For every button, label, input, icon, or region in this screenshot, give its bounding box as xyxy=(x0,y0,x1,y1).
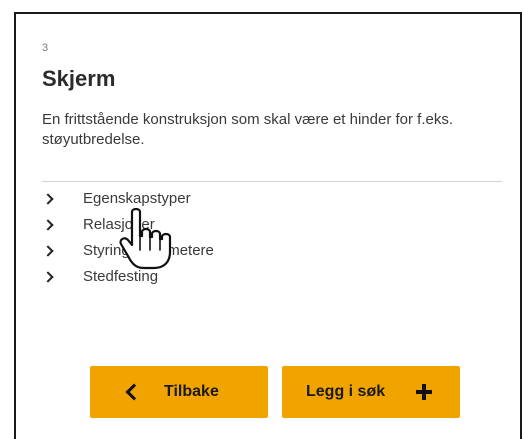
back-button[interactable]: Tilbake xyxy=(90,366,268,418)
accordion-item-label: Stedfesting xyxy=(83,268,159,285)
accordion-item-label: Egenskapstyper xyxy=(83,190,191,207)
add-to-search-button[interactable]: Legg i søk xyxy=(282,366,460,418)
chevron-left-icon xyxy=(125,383,143,401)
page-title: Skjerm xyxy=(42,66,116,91)
object-description: En frittstående konstruksjon som skal væ… xyxy=(42,111,454,148)
chevron-right-icon xyxy=(42,271,54,283)
object-index: 3 xyxy=(42,42,49,54)
accordion-item-stedfesting[interactable]: Stedfesting xyxy=(42,264,502,290)
accordion-item-label: Relasjoner xyxy=(83,216,155,233)
back-button-label: Tilbake xyxy=(164,383,219,400)
details-accordion: Egenskapstyper Relasjoner Styringsparame… xyxy=(42,186,502,290)
accordion-item-styringsparametere[interactable]: Styringsparametere xyxy=(42,238,502,264)
chevron-right-icon xyxy=(42,193,54,205)
accordion-item-egenskapstyper[interactable]: Egenskapstyper xyxy=(42,186,502,212)
add-to-search-label: Legg i søk xyxy=(306,383,386,400)
chevron-right-icon xyxy=(42,219,54,231)
accordion-item-label: Styringsparametere xyxy=(83,242,214,259)
chevron-right-icon xyxy=(42,245,54,257)
plus-icon xyxy=(416,384,432,400)
accordion-item-relasjoner[interactable]: Relasjoner xyxy=(42,212,502,238)
object-type-panel: 3 Skjerm En frittstående konstruksjon so… xyxy=(14,12,522,439)
divider xyxy=(42,181,502,182)
